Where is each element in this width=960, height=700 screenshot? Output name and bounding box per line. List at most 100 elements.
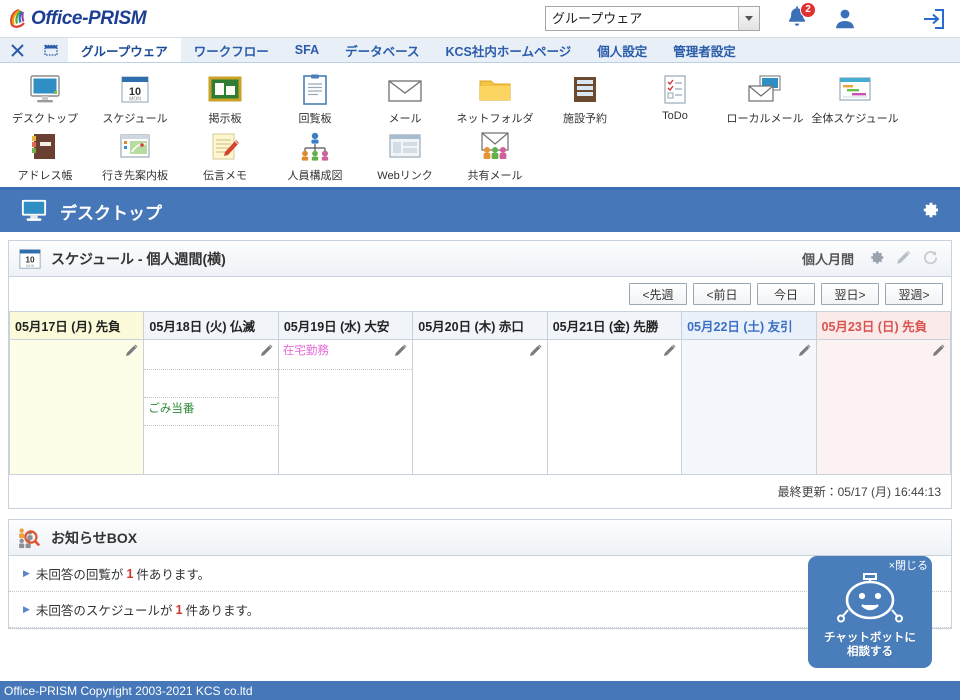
event-slot[interactable]	[682, 426, 815, 454]
today-button[interactable]: 今日	[757, 283, 815, 305]
event-slot[interactable]	[682, 398, 815, 426]
notification-bell[interactable]: 2	[784, 1, 816, 33]
event-slot[interactable]	[682, 340, 815, 370]
pencil-icon[interactable]	[662, 343, 677, 361]
prev-day-button[interactable]: <前日	[693, 283, 751, 305]
notice-text-post: 件あります。	[136, 568, 211, 582]
module-label: ネットフォルダ	[456, 113, 534, 125]
day-cell-wednesday[interactable]: 在宅勤務	[277, 339, 414, 475]
calendar-icon: 10 MON	[115, 71, 155, 109]
event-slot[interactable]	[279, 426, 412, 454]
day-cell-monday[interactable]	[8, 339, 145, 475]
pencil-icon[interactable]	[528, 343, 543, 361]
event-slot[interactable]	[279, 370, 412, 398]
module-net-folder[interactable]: ネットフォルダ	[450, 69, 540, 126]
user-avatar[interactable]	[832, 6, 858, 32]
logout-button[interactable]	[918, 6, 946, 32]
event-slot[interactable]	[548, 340, 681, 370]
tab-workflow[interactable]: ワークフロー	[181, 38, 282, 62]
event-slot[interactable]	[413, 426, 546, 454]
module-message-memo[interactable]: 伝言メモ	[180, 126, 270, 183]
tab-database[interactable]: データベース	[332, 38, 432, 62]
app-selector[interactable]: グループウェア	[545, 6, 760, 31]
module-destination-board[interactable]: 行き先案内板	[90, 126, 180, 183]
event-slot[interactable]	[817, 370, 950, 398]
tab-list-button[interactable]	[34, 38, 68, 62]
pencil-icon[interactable]	[797, 343, 812, 361]
module-desktop[interactable]: デスクトップ	[0, 69, 90, 126]
page-settings-button[interactable]	[920, 200, 940, 223]
module-todo[interactable]: ToDo	[630, 69, 720, 122]
module-bulletin-board[interactable]: 掲示板	[180, 69, 270, 126]
monitor-icon	[20, 198, 48, 224]
next-week-button[interactable]: 翌週>	[885, 283, 943, 305]
event-slot[interactable]	[548, 426, 681, 454]
tab-personal-settings[interactable]: 個人設定	[584, 38, 660, 62]
day-cell-thursday[interactable]	[412, 339, 548, 475]
event-slot[interactable]	[817, 340, 950, 370]
event-slot[interactable]	[817, 426, 950, 454]
event-slot[interactable]	[10, 426, 143, 454]
module-facility-reservation[interactable]: 施設予約	[540, 69, 630, 126]
tab-groupware[interactable]: グループウェア	[68, 38, 181, 62]
tab-admin-settings[interactable]: 管理者設定	[660, 38, 749, 62]
module-mail[interactable]: メール	[360, 69, 450, 126]
event-slot[interactable]	[413, 340, 546, 370]
notice-text-post: 件あります。	[185, 604, 260, 618]
page-header: デスクトップ	[0, 190, 960, 232]
pencil-icon[interactable]	[393, 343, 408, 361]
tab-sfa[interactable]: SFA	[282, 38, 332, 62]
day-cell-saturday[interactable]	[681, 339, 817, 475]
event-slot[interactable]	[10, 370, 143, 398]
event-slot[interactable]: ごみ当番	[144, 398, 278, 426]
module-shared-mail[interactable]: 共有メール	[450, 126, 540, 183]
tab-label: データベース	[345, 44, 420, 59]
event-slot[interactable]	[413, 398, 546, 426]
event-slot[interactable]	[548, 370, 681, 398]
next-day-button[interactable]: 翌日>	[821, 283, 879, 305]
module-overall-schedule[interactable]: 全体スケジュール	[810, 69, 900, 126]
event-slot[interactable]	[10, 398, 143, 426]
module-circular-board[interactable]: 回覧板	[270, 69, 360, 126]
close-tab-button[interactable]	[0, 38, 34, 62]
event-slot[interactable]	[279, 398, 412, 426]
module-address-book[interactable]: アドレス帳	[0, 126, 90, 183]
module-label: 伝言メモ	[203, 170, 247, 182]
module-local-mail[interactable]: ローカルメール	[720, 69, 810, 126]
module-icon-bar: デスクトップ 10 MON スケジュール 掲示板 回覧板 メール ネットフォルダ…	[0, 63, 960, 190]
event-slot[interactable]	[682, 370, 815, 398]
event-slot[interactable]	[10, 340, 143, 370]
schedule-panel: 10 MON スケジュール - 個人週間(横) 個人月間 <先週 <前日 今日 …	[8, 240, 952, 509]
event-slot[interactable]	[817, 398, 950, 426]
pencil-icon[interactable]	[124, 343, 139, 361]
refresh-icon[interactable]	[922, 249, 939, 269]
gear-icon[interactable]	[868, 249, 885, 269]
module-schedule[interactable]: 10 MON スケジュール	[90, 69, 180, 126]
app-logo[interactable]: Office-PRISM	[8, 8, 147, 30]
event-slot[interactable]	[144, 370, 278, 398]
pencil-icon[interactable]	[895, 249, 912, 269]
event-slot[interactable]	[548, 398, 681, 426]
copyright-text: Office-PRISM Copyright 2003-2021 KCS co.…	[4, 683, 253, 698]
day-cell-friday[interactable]	[546, 339, 683, 475]
tab-intranet-homepage[interactable]: KCS社内ホームページ	[432, 38, 584, 62]
chatbot-widget[interactable]: ×閉じる チャットボットに 相談する	[808, 556, 932, 668]
pencil-icon[interactable]	[259, 343, 274, 361]
tab-label: KCS社内ホームページ	[445, 44, 572, 59]
app-selector-wrap[interactable]: グループウェア	[545, 6, 760, 31]
module-org-chart[interactable]: 人員構成図	[270, 126, 360, 183]
module-web-link[interactable]: Webリンク	[360, 126, 450, 183]
prism-swirl-icon	[8, 8, 30, 30]
notification-badge: 2	[800, 1, 816, 18]
event-slot[interactable]	[144, 340, 278, 370]
event-slot[interactable]	[413, 370, 546, 398]
event-slot[interactable]	[144, 426, 277, 454]
schedule-mode-label[interactable]: 個人月間	[802, 249, 854, 268]
day-cell-tuesday[interactable]: ごみ当番	[143, 339, 279, 475]
prev-week-button[interactable]: <先週	[629, 283, 687, 305]
module-label: 人員構成図	[287, 170, 343, 182]
pencil-icon[interactable]	[931, 343, 946, 361]
day-cell-sunday[interactable]	[815, 339, 952, 475]
event-slot[interactable]: 在宅勤務	[278, 340, 413, 370]
chatbot-close-button[interactable]: ×閉じる	[889, 557, 928, 573]
